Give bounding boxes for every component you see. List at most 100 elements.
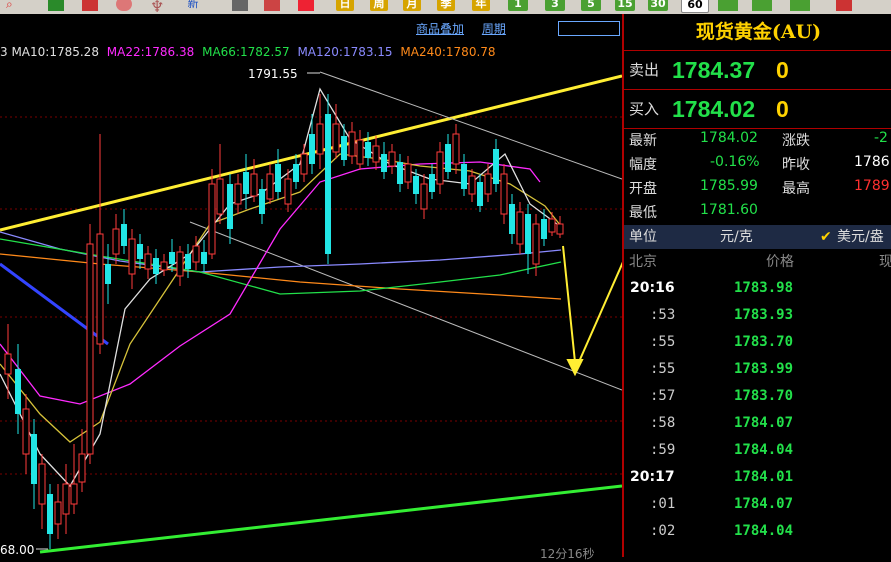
stats-block: 最新 1784.02 涨跌 -2 幅度 -0.16% 昨收 1786 开盘 17… (624, 128, 891, 224)
chart-footer: 12分16秒 (540, 547, 595, 561)
candle-body (192, 245, 200, 263)
table-icon[interactable] (232, 0, 248, 11)
candle-body (445, 144, 451, 172)
candle-body (38, 463, 46, 505)
candle-body (461, 164, 467, 189)
toolbar: ⌕ ♆ 新 日 周 月 季 年 1 3 5 15 30 60 (0, 0, 891, 14)
period-60m-button[interactable]: 60 (681, 0, 709, 13)
candle-body (62, 483, 70, 515)
period-year-button[interactable]: 年 (472, 0, 490, 11)
candle-body (532, 223, 540, 265)
bookmark-icon[interactable] (48, 0, 64, 11)
candle-body (325, 114, 331, 254)
candle-body (86, 243, 94, 455)
candle-body (15, 369, 21, 414)
candle-body (78, 453, 86, 483)
candle-body (293, 164, 299, 182)
sell-volume: 0 (776, 57, 789, 83)
candle-body (160, 261, 168, 271)
candle-body (348, 131, 356, 157)
candle-body (266, 173, 274, 200)
change-label: 涨跌 (782, 133, 810, 149)
ma22-label: MA22:1786.38 (106, 45, 195, 59)
tick-time: :55 (650, 361, 676, 377)
candle-body (128, 238, 136, 275)
currency-label: 美元/盎 (837, 229, 884, 245)
candle-body (243, 172, 249, 194)
period-day-button[interactable]: 日 (336, 0, 354, 11)
sell-label: 卖出 (629, 61, 660, 79)
low-label: 最低 (629, 205, 657, 221)
candle-body (31, 434, 37, 484)
period-y-icon[interactable] (790, 0, 810, 11)
period-5m-button[interactable]: 5 (581, 0, 601, 11)
ma10-label: 3 MA10:1785.28 (0, 45, 99, 59)
ma-legend: 3 MA10:1785.28 MA22:1786.38 MA66:1782.57… (0, 45, 500, 59)
period-link[interactable]: 周期 (482, 22, 506, 36)
period-1m-button[interactable]: 1 (508, 0, 528, 11)
tick-row: :57 1783.70 (624, 383, 891, 410)
candle-body (185, 254, 191, 269)
price-chart[interactable]: 1791.55 68.00 3 MA10:1785.28 MA22:1786.3… (0, 14, 622, 561)
high-label: 最高 (782, 181, 810, 197)
ticks-header: 北京 价格 现 (624, 250, 891, 274)
overlay-link[interactable]: 商品叠加 (416, 22, 464, 36)
candle-body (493, 149, 499, 184)
high-marker-label: 1791.55 (248, 67, 298, 81)
candle-body (234, 183, 242, 205)
candle-body (121, 224, 127, 246)
tick-time: :58 (650, 415, 676, 431)
open-value: 1785.99 (700, 178, 758, 194)
pin-icon[interactable]: ♆ (150, 0, 166, 14)
period-30m-button[interactable]: 30 (648, 0, 668, 11)
chart-nav-icons[interactable] (558, 21, 620, 36)
tick-row: 20:17 1784.01 (624, 464, 891, 491)
tick-row: 20:16 1783.98 (624, 275, 891, 302)
unit-value: 元/克 (720, 229, 753, 245)
pencil-icon[interactable] (82, 0, 98, 11)
candle-body (300, 153, 308, 175)
candle-body (388, 151, 396, 167)
latest-value: 1784.02 (700, 130, 758, 146)
search-icon[interactable]: ⌕ (6, 0, 22, 11)
candle-body (365, 142, 371, 158)
period-season-button[interactable]: 季 (437, 0, 455, 11)
candle-body (548, 218, 556, 233)
candle-body (516, 211, 524, 245)
candle-body (372, 145, 380, 163)
buy-price: 1784.02 (672, 96, 756, 122)
ticks-header-time: 北京 (629, 254, 657, 270)
tick-row: :55 1783.99 (624, 356, 891, 383)
prevclose-value: 1786 (854, 154, 890, 170)
candle-body (397, 162, 403, 184)
period-week-button[interactable]: 周 (370, 0, 388, 11)
unit-bar[interactable]: 单位 元/克 ✔ 美元/盎 (624, 225, 891, 249)
tick-price: 1783.99 (734, 361, 794, 377)
candle-body (137, 244, 143, 259)
tick-time: :53 (650, 307, 676, 323)
check-icon[interactable]: ✔ (820, 225, 832, 249)
tick-time: :59 (650, 442, 676, 458)
candle-body (105, 264, 111, 284)
chart-icon[interactable] (264, 0, 280, 11)
candlestick-svg[interactable]: 1791.55 68.00 (0, 14, 622, 557)
period-3m-button[interactable]: 3 (545, 0, 565, 11)
palette-icon[interactable] (116, 0, 132, 11)
period-4m-icon[interactable] (752, 0, 772, 11)
ma120-label: MA120:1783.15 (297, 45, 393, 59)
tick-price: 1784.04 (734, 523, 794, 539)
tick-icon[interactable] (298, 0, 314, 11)
period-2m-icon[interactable] (718, 0, 738, 11)
candle-body (216, 178, 224, 215)
period-15m-button[interactable]: 15 (615, 0, 635, 11)
candle-body (316, 123, 324, 155)
new-button[interactable]: 新 (184, 0, 202, 11)
tick-row: :58 1784.07 (624, 410, 891, 437)
window-icon[interactable] (836, 0, 852, 11)
period-month-button[interactable]: 月 (403, 0, 421, 11)
candle-body (468, 175, 476, 195)
tick-time: 20:16 (630, 280, 675, 296)
open-label: 开盘 (629, 181, 657, 197)
ma5-line (0, 87, 562, 488)
high-value: 1789 (854, 178, 890, 194)
